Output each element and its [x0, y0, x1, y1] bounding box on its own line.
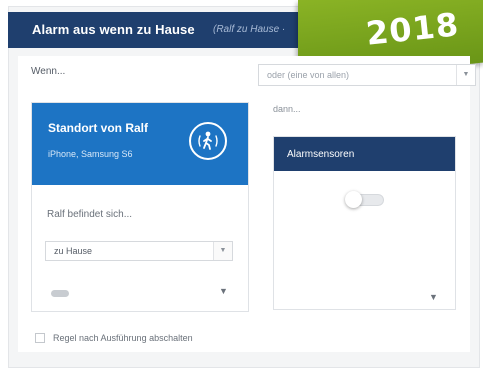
wenn-label: Wenn... — [31, 66, 66, 77]
location-card-header[interactable]: Standort von Ralf iPhone, Samsung S6 — [32, 103, 248, 185]
condition-combine-select[interactable]: oder (eine von allen) ▼ — [258, 64, 476, 86]
toggle-knob — [345, 191, 362, 208]
chevron-down-icon: ▼ — [456, 65, 475, 85]
disable-after-run-checkbox[interactable] — [35, 333, 45, 343]
expand-chevron-icon[interactable]: ▼ — [219, 286, 228, 296]
chevron-down-icon: ▼ — [213, 242, 232, 260]
rule-subtitle: (Ralf zu Hause · — [213, 24, 286, 35]
alarm-sensors-card: Alarmsensoren ▼ — [273, 136, 456, 310]
location-card: Standort von Ralf iPhone, Samsung S6 — [31, 102, 249, 312]
location-card-title: Standort von Ralf — [48, 121, 149, 135]
alarm-sensors-title: Alarmsensoren — [287, 149, 355, 160]
location-toggle[interactable] — [51, 290, 69, 297]
condition-combine-value: oder (eine von allen) — [267, 70, 350, 80]
expand-chevron-icon[interactable]: ▼ — [429, 292, 438, 302]
person-walking-icon — [189, 122, 227, 160]
location-select-value: zu Hause — [54, 246, 93, 256]
dann-label: dann... — [273, 104, 301, 114]
location-prompt: Ralf befindet sich... — [47, 209, 133, 220]
alarm-sensors-toggle[interactable] — [345, 191, 384, 208]
location-select[interactable]: zu Hause ▼ — [45, 241, 233, 261]
alarm-sensors-header: Alarmsensoren — [274, 137, 455, 171]
rule-title: Alarm aus wenn zu Hause — [32, 22, 195, 37]
location-card-devices: iPhone, Samsung S6 — [48, 149, 133, 159]
disable-after-run-label: Regel nach Ausführung abschalten — [53, 333, 193, 343]
